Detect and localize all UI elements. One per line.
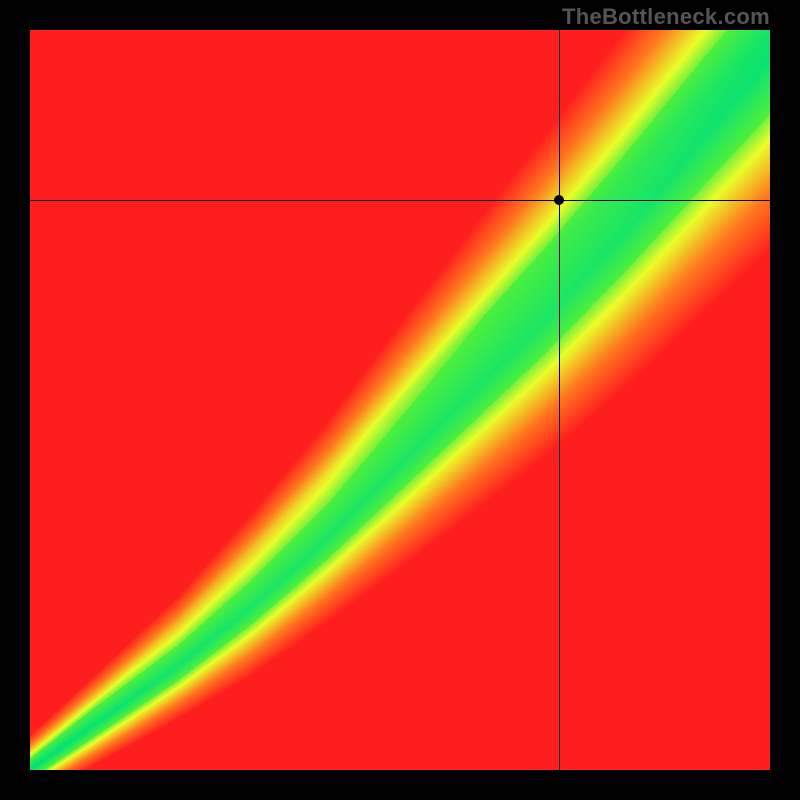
marker-dot <box>554 195 564 205</box>
watermark-text: TheBottleneck.com <box>562 4 770 30</box>
crosshair-vertical <box>559 30 560 770</box>
chart-container: TheBottleneck.com <box>0 0 800 800</box>
crosshair-horizontal <box>30 200 770 201</box>
heatmap-canvas <box>30 30 770 770</box>
